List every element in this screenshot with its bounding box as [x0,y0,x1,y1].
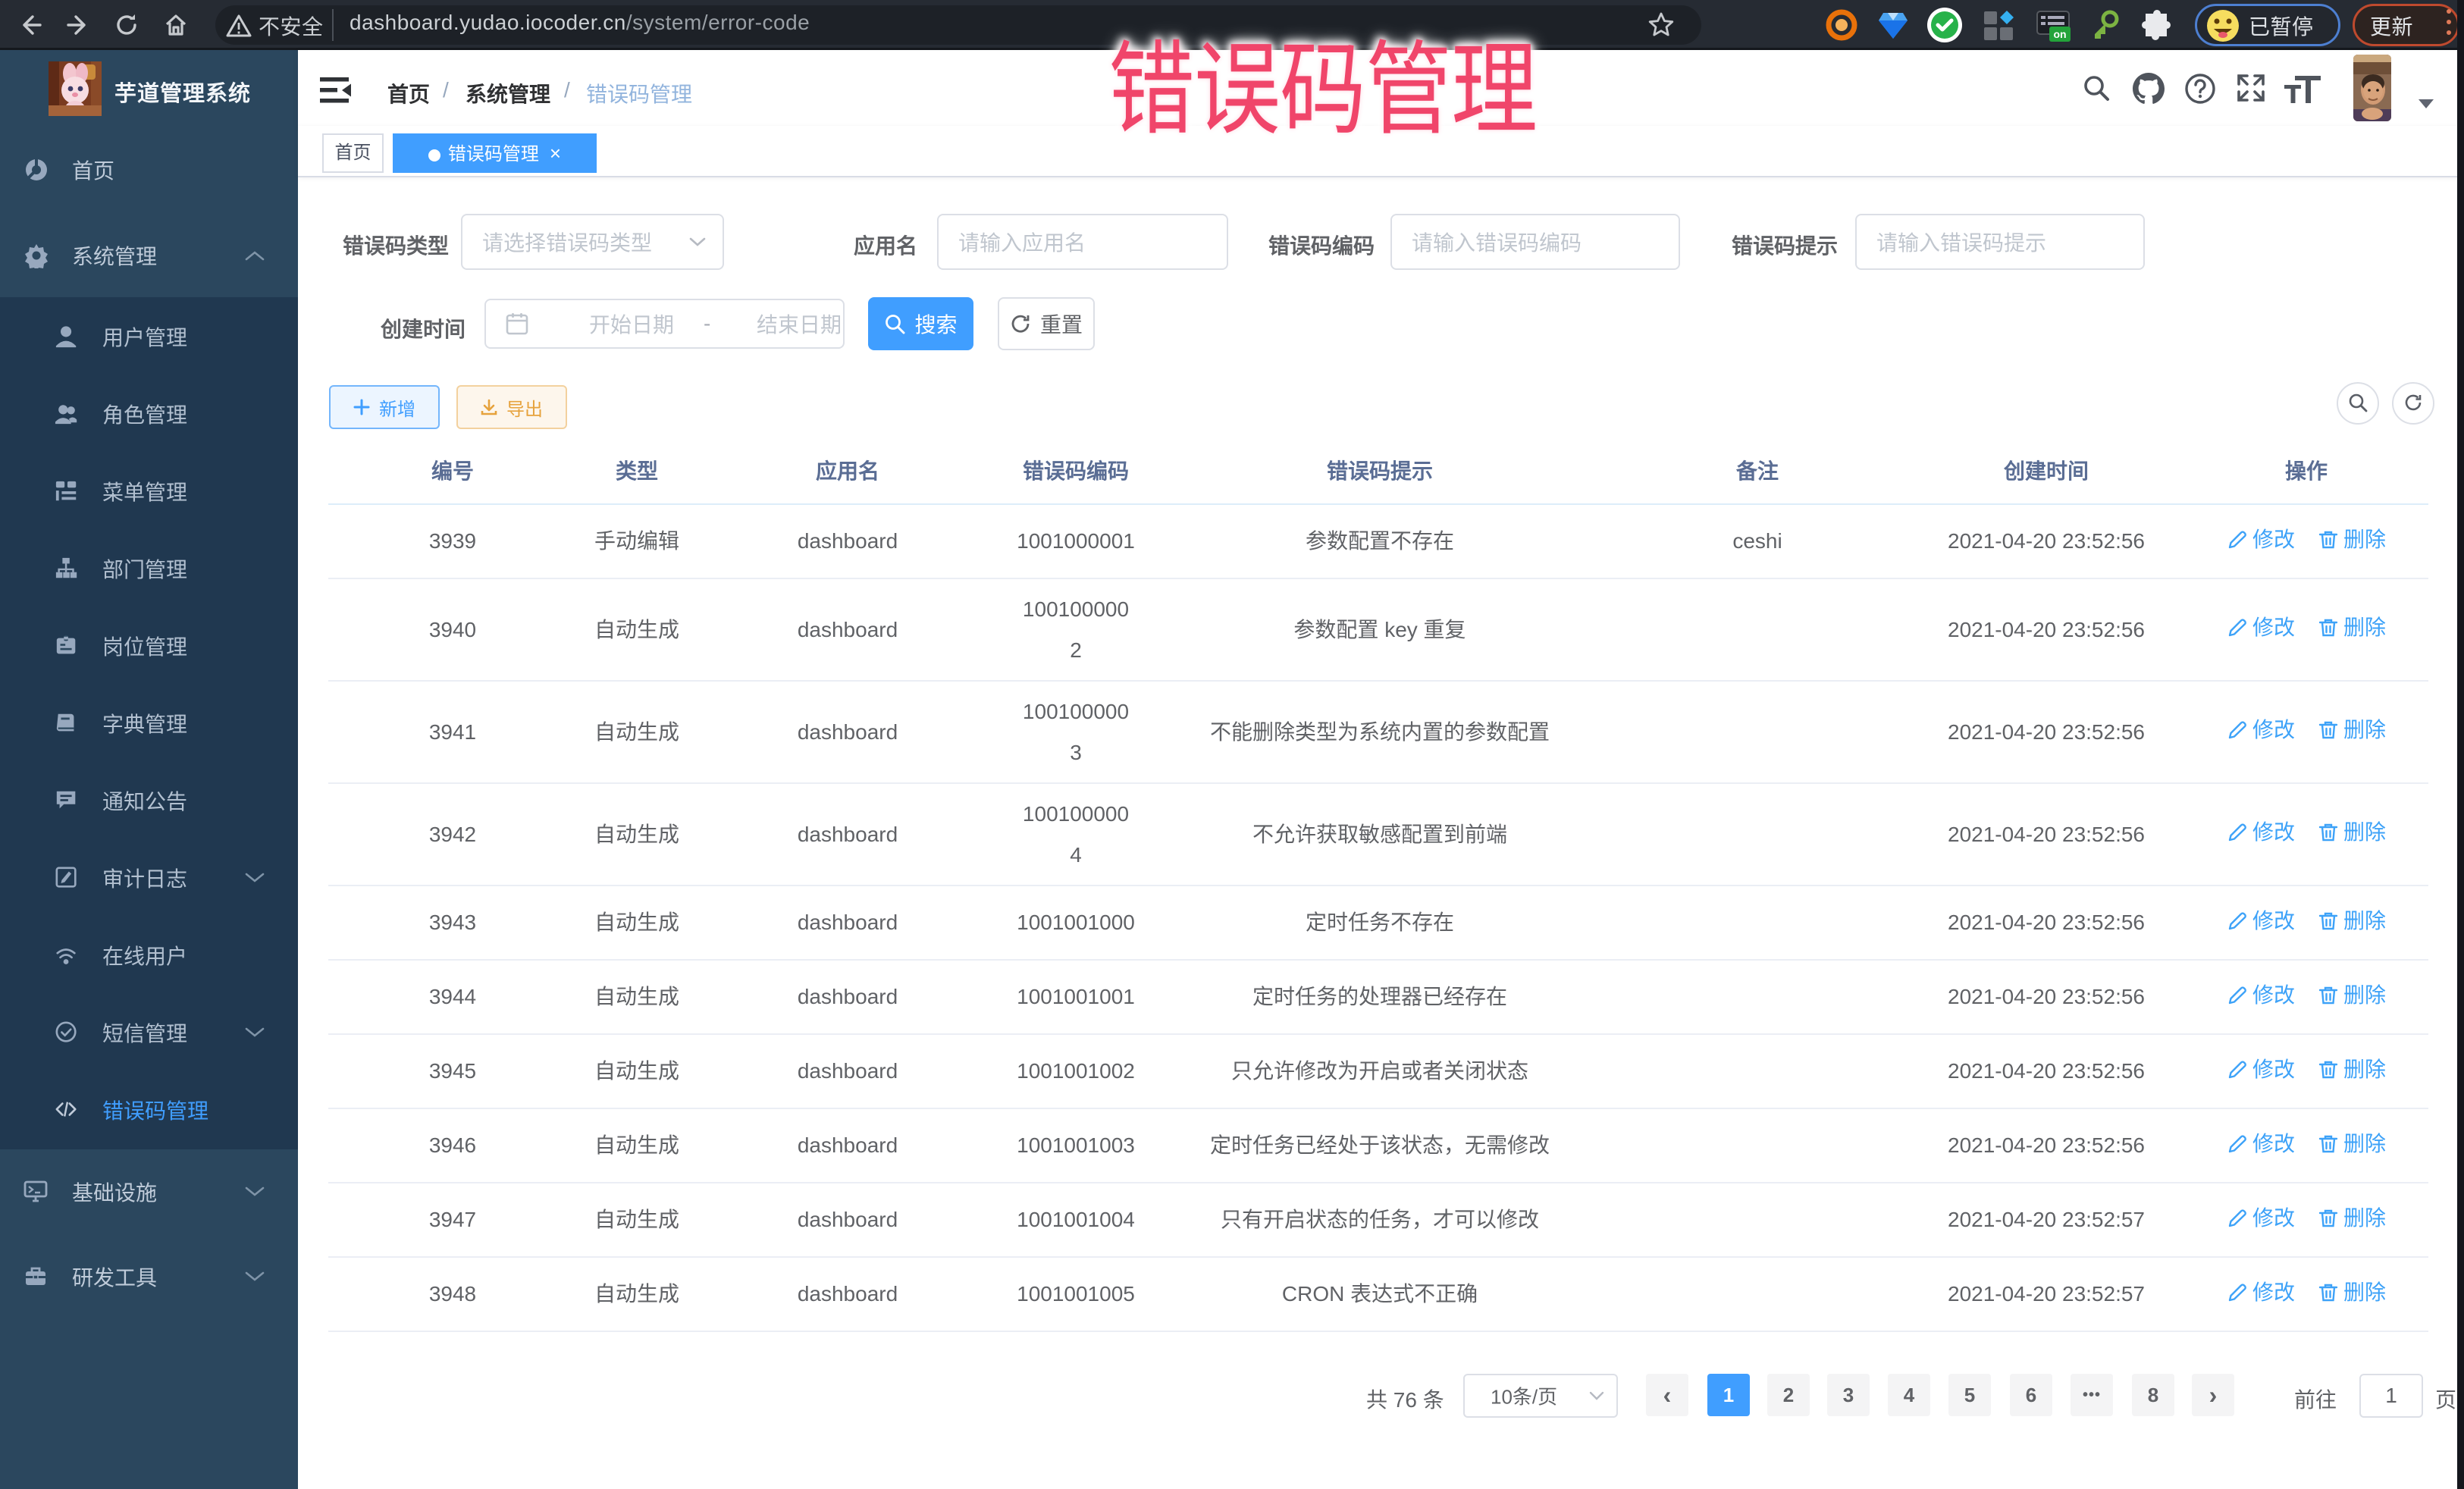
svg-text:on: on [2053,28,2066,40]
